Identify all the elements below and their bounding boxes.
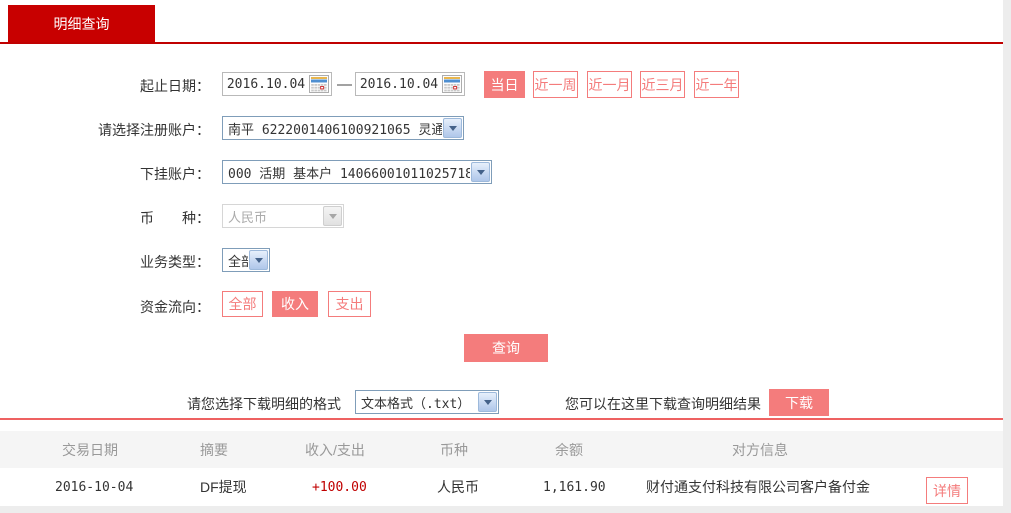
cell-counterparty: 财付通支付科技有限公司客户备付金 (646, 479, 870, 495)
end-date-input[interactable]: 2016.10.04 (355, 72, 465, 96)
currency-select: 人民币 (222, 204, 344, 228)
cell-currency: 人民币 (437, 479, 479, 495)
download-button[interactable]: 下载 (769, 389, 829, 416)
tab-detail-query[interactable]: 明细查询 (8, 5, 155, 42)
query-button[interactable]: 查询 (464, 334, 548, 362)
currency-label: 币 种： (140, 210, 210, 226)
download-format-select[interactable]: 文本格式（.txt） (355, 390, 499, 414)
col-header-summary: 摘要 (200, 441, 228, 458)
business-type-label: 业务类型： (140, 254, 210, 270)
date-range-separator: — (337, 76, 352, 93)
quick-range-year-button[interactable]: 近一年 (694, 71, 739, 98)
col-header-counterparty: 对方信息 (732, 441, 788, 458)
quick-range-month-button[interactable]: 近一月 (587, 71, 632, 98)
sub-account-select[interactable]: 000 活期 基本户 1406600101102571848 (222, 160, 492, 184)
register-account-label: 请选择注册账户： (98, 122, 210, 138)
start-date-value: 2016.10.04 (226, 76, 306, 92)
fund-flow-income-button[interactable]: 收入 (272, 291, 318, 317)
register-account-value: 南平 6222001406100921065 灵通卡 (228, 122, 442, 138)
content-panel: 明细查询 起止日期： 2016.10.04 — 2016.10.04 当日 近一… (0, 0, 1003, 506)
download-hint: 您可以在这里下载查询明细结果 (565, 396, 761, 412)
table-row: 2016-10-04 DF提现 +100.00 人民币 1,161.90 财付通… (0, 468, 1003, 506)
col-header-date: 交易日期 (62, 441, 118, 458)
quick-range-today-button[interactable]: 当日 (484, 71, 525, 98)
sub-account-label: 下挂账户： (140, 166, 210, 182)
detail-button[interactable]: 详情 (926, 477, 968, 504)
tab-underline (0, 42, 1003, 44)
sub-account-value: 000 活期 基本户 1406600101102571848 (228, 166, 470, 182)
cell-amount: +100.00 (312, 479, 367, 495)
start-date-input[interactable]: 2016.10.04 (222, 72, 332, 96)
fund-flow-expense-button[interactable]: 支出 (328, 291, 371, 317)
tab-label: 明细查询 (53, 15, 110, 32)
business-type-select[interactable]: 全部 (222, 248, 270, 272)
fund-flow-all-button[interactable]: 全部 (222, 291, 263, 317)
cell-date: 2016-10-04 (55, 479, 134, 495)
calendar-icon[interactable] (309, 75, 329, 93)
chevron-down-icon (471, 162, 490, 182)
end-date-value: 2016.10.04 (359, 76, 439, 92)
fund-flow-label: 资金流向： (140, 299, 210, 315)
business-type-value: 全部 (228, 254, 248, 270)
quick-range-quarter-button[interactable]: 近三月 (640, 71, 685, 98)
calendar-icon[interactable] (442, 75, 462, 93)
col-header-amount: 收入/支出 (305, 441, 365, 458)
cell-balance: 1,161.90 (543, 479, 606, 495)
chevron-down-icon (443, 118, 462, 138)
col-header-balance: 余额 (555, 441, 583, 458)
table-header-row: 交易日期 摘要 收入/支出 币种 余额 对方信息 (0, 431, 1003, 468)
date-range-label: 起止日期： (140, 78, 210, 94)
chevron-down-icon (249, 250, 268, 270)
chevron-down-icon (323, 206, 342, 226)
currency-value: 人民币 (228, 210, 268, 226)
download-format-label: 请您选择下载明细的格式 (187, 396, 341, 412)
register-account-select[interactable]: 南平 6222001406100921065 灵通卡 (222, 116, 464, 140)
download-format-value: 文本格式（.txt） (361, 396, 471, 412)
panel-divider (0, 418, 1003, 420)
col-header-currency: 币种 (440, 441, 468, 458)
cell-summary: DF提现 (200, 479, 247, 495)
chevron-down-icon (478, 392, 497, 412)
quick-range-week-button[interactable]: 近一周 (533, 71, 578, 98)
page: 明细查询 起止日期： 2016.10.04 — 2016.10.04 当日 近一… (0, 0, 1011, 513)
